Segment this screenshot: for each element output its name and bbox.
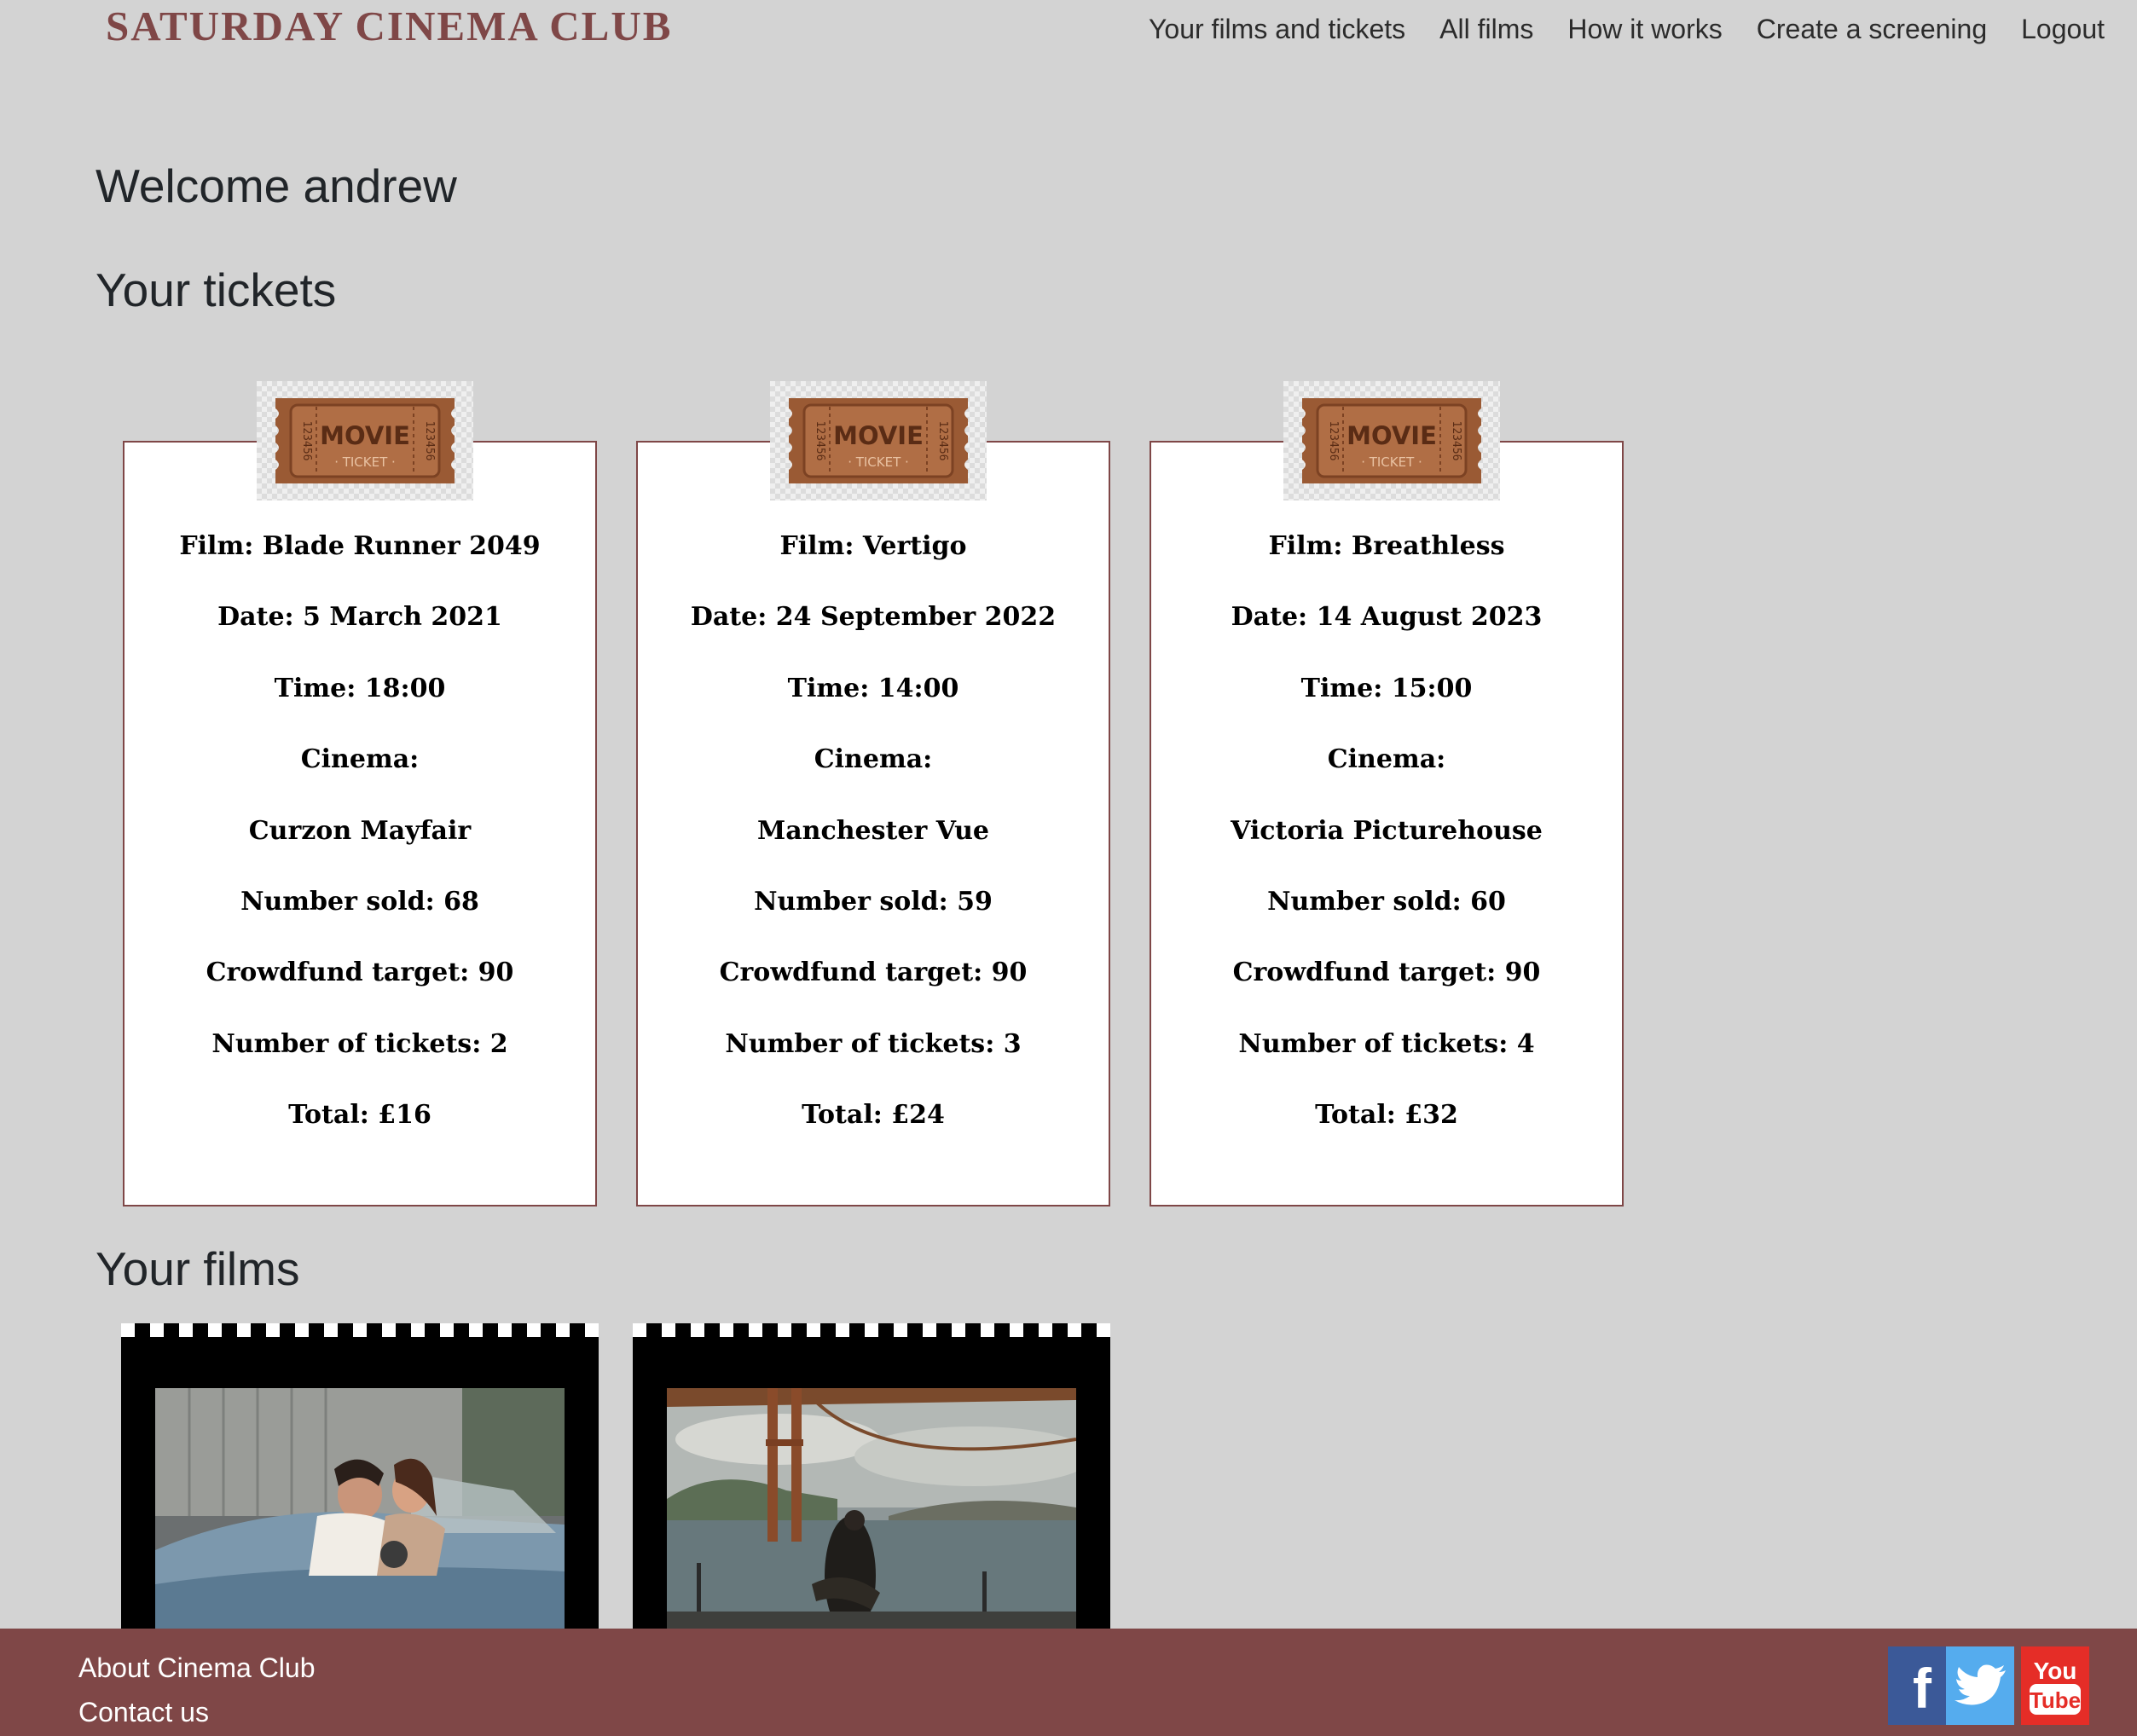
film-strip-holes [121,1323,599,1337]
ticket-field: Crowdfund target: 90 [206,958,514,988]
ticket-card: MOVIE · TICKET · 123456 123456 Film: Breathl… [1150,381,1624,1207]
ticket-badge-title: MOVIE [320,421,410,450]
ticket-field: Time: 18:00 [274,673,446,703]
ticket-badge-subtitle: · TICKET · [334,454,396,470]
main-nav: Your films and tickets All films How it … [1149,14,2105,45]
ticket-field: Date: 5 March 2021 [217,602,502,633]
movie-ticket-icon: MOVIE · TICKET · 123456 123456 [770,381,987,501]
ticket-field: Time: 14:00 [787,673,959,703]
ticket-details: Film: Blade Runner 2049 Date: 5 March 202… [125,529,595,1170]
ticket-field: Film: Vertigo [779,531,967,561]
nav-how-it-works[interactable]: How it works [1567,14,1722,45]
footer-contact-link[interactable]: Contact us [78,1697,209,1728]
ticket-badge-subtitle: · TICKET · [848,454,909,470]
ticket-badge-serial: 123456 [1450,421,1462,461]
ticket-field: Date: 24 September 2022 [690,602,1057,633]
ticket-field: Number sold: 68 [240,886,479,917]
ticket-field: Film: Breathless [1268,531,1505,561]
ticket-field: Total: £32 [1315,1100,1458,1131]
ticket-field: Crowdfund target: 90 [719,958,1028,988]
nav-create-a-screening[interactable]: Create a screening [1757,14,1987,45]
film-still-couple-in-convertible[interactable] [155,1388,565,1629]
ticket-field: Cinema: [814,744,933,775]
ticket-badge-serial: 123456 [423,421,436,461]
ticket-field: Film: Blade Runner 2049 [179,531,541,561]
tickets-heading: Your tickets [96,263,337,316]
ticket-field: Number sold: 59 [754,886,993,917]
ticket-field: Total: £16 [288,1100,431,1131]
ticket-field: Number of tickets: 4 [1238,1028,1535,1059]
ticket-badge-title: MOVIE [1346,421,1437,450]
ticket-badge-serial: 123456 [936,421,949,461]
youtube-icon[interactable]: You Tube [2021,1646,2089,1725]
ticket-details: Film: Breathless Date: 14 August 2023 Time… [1151,529,1622,1170]
ticket-badge-subtitle: · TICKET · [1361,454,1422,470]
site-logo[interactable]: SATURDAY CINEMA CLUB [106,2,672,50]
films-heading: Your films [96,1242,300,1295]
ticket-badge-serial: 123456 [300,421,313,461]
ticket-field: Time: 15:00 [1300,673,1473,703]
footer-about-link[interactable]: About Cinema Club [78,1652,315,1684]
ticket-field: Curzon Mayfair [248,815,472,846]
movie-ticket-icon: MOVIE · TICKET · 123456 123456 [257,381,473,501]
ticket-field: Cinema: [1327,744,1446,775]
film-card[interactable] [121,1323,599,1629]
ticket-badge-serial: 123456 [1327,421,1340,461]
ticket-field: Date: 14 August 2023 [1231,602,1543,633]
ticket-field: Number of tickets: 3 [725,1028,1022,1059]
ticket-card: MOVIE · TICKET · 123456 123456 Film: Blade R… [123,381,597,1207]
film-strip-holes [633,1323,1110,1337]
twitter-icon[interactable] [1946,1646,2014,1725]
ticket-field: Cinema: [300,744,420,775]
welcome-heading: Welcome andrew [96,159,457,212]
ticket-field: Victoria Picturehouse [1231,815,1543,846]
film-still-golden-gate-bridge[interactable] [667,1388,1076,1629]
ticket-badge-title: MOVIE [833,421,924,450]
ticket-field: Total: £24 [802,1100,945,1131]
ticket-details: Film: Vertigo Date: 24 September 2022 Time… [638,529,1109,1170]
movie-ticket-icon: MOVIE · TICKET · 123456 123456 [1283,381,1500,501]
nav-logout[interactable]: Logout [2021,14,2105,45]
ticket-field: Crowdfund target: 90 [1232,958,1541,988]
ticket-field: Number of tickets: 2 [211,1028,508,1059]
film-card[interactable] [633,1323,1110,1629]
youtube-glyph-top: You [2034,1658,2077,1684]
site-footer: About Cinema Club Contact us f You Tube [0,1629,2137,1736]
ticket-card: MOVIE · TICKET · 123456 123456 Film: Vertigo… [636,381,1110,1207]
nav-all-films[interactable]: All films [1439,14,1533,45]
ticket-badge-serial: 123456 [814,421,826,461]
nav-your-films-and-tickets[interactable]: Your films and tickets [1149,14,1405,45]
ticket-field: Manchester Vue [757,815,989,846]
ticket-field: Number sold: 60 [1267,886,1506,917]
youtube-glyph-bottom: Tube [2030,1687,2081,1713]
facebook-glyph: f [1913,1657,1932,1720]
